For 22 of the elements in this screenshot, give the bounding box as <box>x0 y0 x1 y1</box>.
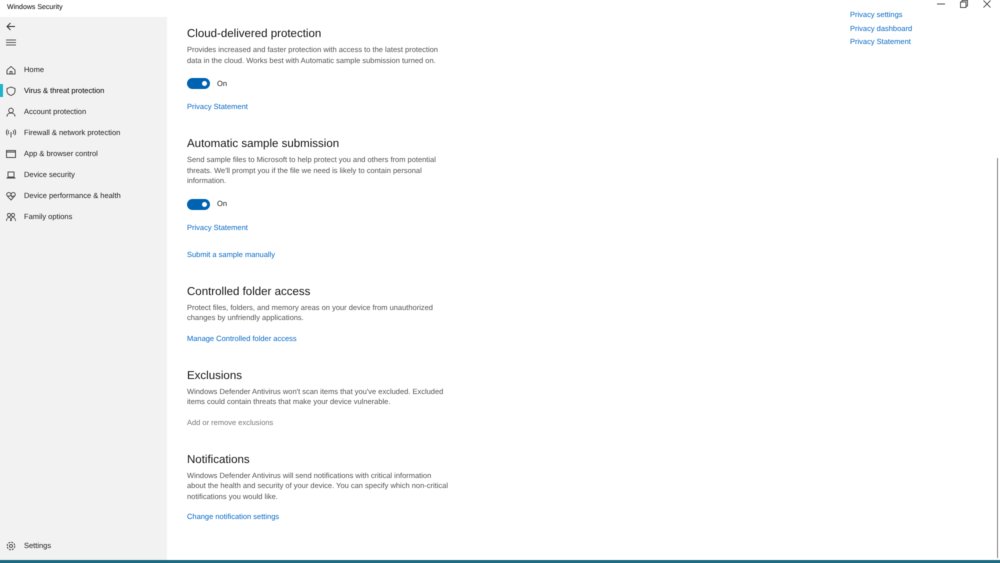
menu-icon[interactable] <box>6 39 16 46</box>
back-arrow-icon[interactable] <box>6 22 16 31</box>
window-icon <box>6 148 16 158</box>
toggle-switch[interactable] <box>187 78 210 89</box>
section-heading: Controlled folder access <box>187 284 312 300</box>
restore-icon[interactable] <box>960 0 968 8</box>
settings-icon <box>6 540 16 550</box>
section-heading: Notifications <box>187 452 251 468</box>
heart-icon <box>6 190 16 200</box>
people-icon <box>6 212 16 222</box>
antenna-icon <box>6 128 16 138</box>
section-heading: Exclusions <box>187 368 243 384</box>
toggle-switch[interactable] <box>187 198 210 210</box>
selection-indicator <box>0 84 3 97</box>
section-heading: Automatic sample submission <box>187 137 340 152</box>
close-icon[interactable] <box>983 0 991 8</box>
scrollbar[interactable] <box>996 158 998 558</box>
laptop-icon <box>6 170 16 180</box>
shield-icon <box>6 86 16 96</box>
person-icon <box>6 106 16 116</box>
section-heading: Cloud-delivered protection <box>187 27 322 42</box>
home-icon <box>6 64 16 74</box>
